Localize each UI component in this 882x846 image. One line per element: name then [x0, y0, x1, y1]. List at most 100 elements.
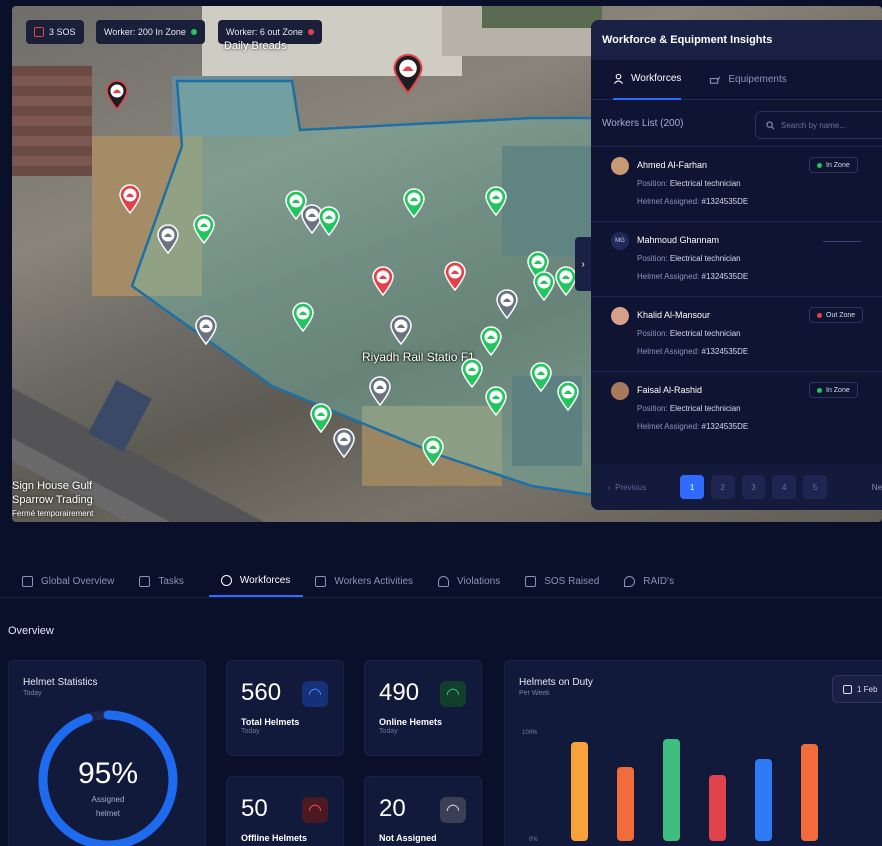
stat-label: Offline Helmets: [241, 833, 308, 843]
tab-raids[interactable]: RAID's: [624, 566, 687, 597]
position-value: Electrical technician: [669, 329, 741, 338]
worker-search-input[interactable]: Search by name...: [755, 111, 882, 139]
worker-marker[interactable]: [402, 188, 426, 218]
activities-icon: [315, 576, 327, 587]
online-helmets-card[interactable]: 490 Online Hemets Today ◠: [364, 660, 482, 756]
poi-label-1: Sign House Gulf: [12, 480, 93, 492]
worker-row[interactable]: Ahmed Al-Farhan Position: Electrical tec…: [591, 146, 882, 221]
position-label: Position:: [637, 254, 668, 263]
worker-row[interactable]: MG Mahmoud Ghannam Position: Electrical …: [591, 221, 882, 296]
stat-sub: Today: [241, 728, 260, 735]
equipment-marker[interactable]: [156, 224, 180, 254]
out-zone-dot: [307, 29, 314, 35]
tab-workforces[interactable]: Workforces: [208, 566, 304, 597]
sos-count-chip[interactable]: 3 SOS: [26, 20, 84, 44]
equipment-marker[interactable]: [495, 289, 519, 319]
duty-bar[interactable]: [571, 742, 588, 841]
worker-position: Position: Electrical technician: [637, 404, 882, 413]
equipment-marker[interactable]: [332, 428, 356, 458]
in-zone-label: Worker: 200 In Zone: [104, 27, 186, 37]
stat-sub: Today: [379, 728, 398, 735]
helmet-icon: ◠: [302, 681, 328, 707]
card-subtitle: Per Week: [519, 690, 550, 697]
worker-position: Position: Electrical technician: [637, 254, 882, 263]
sos-marker[interactable]: [105, 80, 129, 110]
in-zone-chip[interactable]: Worker: 200 In Zone: [96, 20, 205, 44]
worker-marker[interactable]: [532, 271, 556, 301]
page-button[interactable]: 5: [803, 475, 827, 499]
helmet-value: #1324535DE: [701, 272, 749, 281]
page-button[interactable]: 2: [710, 475, 735, 499]
worker-marker[interactable]: [443, 261, 467, 291]
worker-marker[interactable]: [309, 403, 333, 433]
in-zone-dot: [190, 29, 197, 35]
worker-marker[interactable]: [118, 184, 142, 214]
avatar: MG: [611, 232, 629, 250]
tab-sos-raised[interactable]: SOS Raised: [525, 566, 612, 597]
previous-button[interactable]: ‹ Previous: [608, 483, 673, 492]
tab-workforces[interactable]: Workforces: [613, 60, 682, 100]
worker-row[interactable]: Faisal Al-Rashid Position: Electrical te…: [591, 371, 882, 446]
worker-marker[interactable]: [460, 358, 484, 388]
next-button[interactable]: Ne: [872, 483, 882, 492]
page-button[interactable]: 1: [680, 475, 704, 499]
worker-icon: [613, 73, 624, 84]
duty-bar[interactable]: [709, 775, 726, 841]
helmet-label: Helmet Assigned:: [637, 422, 700, 431]
duty-bar[interactable]: [755, 758, 772, 841]
equipment-marker[interactable]: [368, 376, 392, 406]
worker-helmet: Helmet Assigned: #1324535DE: [637, 347, 882, 356]
equipment-marker[interactable]: [194, 315, 218, 345]
worker-row[interactable]: Khalid Al-Mansour Position: Electrical t…: [591, 296, 882, 371]
tab-workers-activities[interactable]: Workers Activities: [315, 566, 426, 597]
not-assigned-card[interactable]: 20 Not Assigned ◠: [364, 776, 482, 846]
page-button[interactable]: 4: [772, 475, 797, 499]
tab-global-overview[interactable]: Global Overview: [22, 566, 127, 597]
position-value: Electrical technician: [669, 179, 741, 188]
worker-marker[interactable]: [479, 326, 503, 356]
card-title: Helmets on Duty: [519, 677, 593, 688]
worker-marker[interactable]: [192, 214, 216, 244]
total-helmets-card[interactable]: 560 Total Helmets Today ◠: [226, 660, 344, 756]
offline-helmets-card[interactable]: 50 Offline Helmets ◠: [226, 776, 344, 846]
out-zone-label: Worker: 6 out Zone: [226, 27, 303, 37]
helmet-icon: ◠: [440, 681, 466, 707]
sos-marker[interactable]: [392, 53, 424, 94]
equipment-marker[interactable]: [389, 315, 413, 345]
worker-marker[interactable]: [529, 362, 553, 392]
worker-marker[interactable]: [291, 302, 315, 332]
card-title: Helmet Statistics: [23, 677, 98, 688]
worker-marker[interactable]: [284, 190, 308, 220]
worker-marker[interactable]: [484, 186, 508, 216]
panel-collapse-button[interactable]: ›: [575, 237, 591, 291]
worker-icon: [220, 575, 232, 586]
worker-marker[interactable]: [371, 266, 395, 296]
worker-marker[interactable]: [421, 436, 445, 466]
worker-marker[interactable]: [556, 381, 580, 411]
tab-violations[interactable]: Violations: [438, 566, 513, 597]
status-dot: [817, 162, 822, 168]
helmet-icon: ◠: [302, 797, 328, 823]
helmet-label: Helmet Assigned:: [637, 197, 700, 206]
duty-bar[interactable]: [617, 767, 634, 841]
gauge-caption-1: Assigned: [91, 795, 125, 804]
worker-marker[interactable]: [317, 206, 341, 236]
tasks-icon: [139, 576, 151, 587]
search-icon: [766, 120, 775, 129]
duty-bar[interactable]: [663, 739, 680, 841]
calendar-icon: [843, 684, 852, 694]
stat-label: Total Helmets: [241, 717, 300, 727]
date-picker-button[interactable]: 1 Feb: [832, 675, 882, 703]
worker-name: Mahmoud Ghannam: [637, 235, 720, 245]
tab-equipements[interactable]: Equipements: [709, 60, 787, 100]
sos-count-label: 3 SOS: [49, 27, 76, 37]
page-button[interactable]: 3: [741, 475, 766, 499]
worker-helmet: Helmet Assigned: #1324535DE: [637, 197, 882, 206]
tab-tasks[interactable]: Tasks: [139, 566, 197, 597]
duty-bar[interactable]: [801, 744, 818, 841]
worker-marker[interactable]: [484, 386, 508, 416]
overview-icon: [22, 576, 33, 587]
search-placeholder: Search by name...: [781, 120, 846, 130]
overview-heading: Overview: [8, 625, 54, 637]
tab-label: SOS Raised: [544, 576, 600, 587]
